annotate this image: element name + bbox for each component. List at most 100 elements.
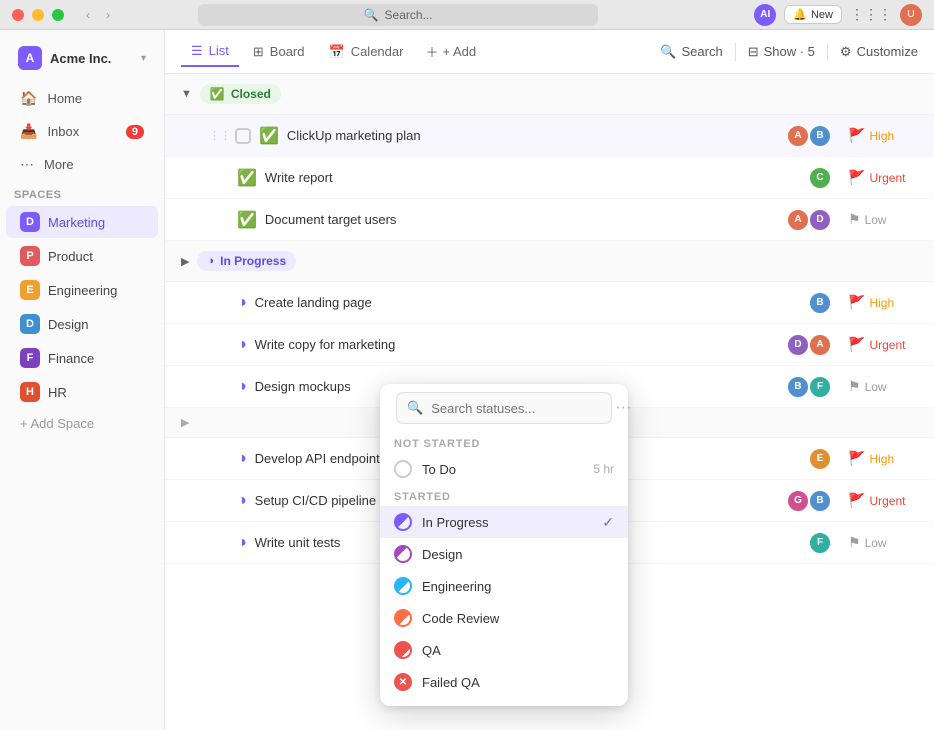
avatar: A	[786, 124, 810, 148]
table-row[interactable]: ◑ Write copy for marketing D A 🚩 Urgent	[165, 324, 934, 366]
task-status-icon-closed: ✅	[237, 210, 257, 230]
space-icon-design: D	[20, 314, 40, 334]
task-status-icon-inprogress: ◑	[237, 492, 247, 510]
search-button[interactable]: 🔍 Search	[660, 44, 722, 60]
task-name: ClickUp marketing plan	[287, 128, 790, 143]
address-text: Search...	[385, 8, 433, 22]
task-name: Document target users	[265, 212, 790, 227]
window-chrome: ‹ › 🔍 Search... AI 🔔 New ⋮⋮⋮ U	[0, 0, 934, 30]
workspace-item[interactable]: A Acme Inc. ▾	[6, 38, 158, 78]
grid-icon[interactable]: ⋮⋮⋮	[850, 6, 892, 23]
add-space-label: + Add Space	[20, 416, 94, 431]
maximize-button[interactable]	[52, 9, 64, 21]
dropdown-item-label: QA	[422, 643, 441, 658]
tab-board[interactable]: ⊞ Board	[243, 38, 315, 66]
add-space-button[interactable]: + Add Space	[6, 410, 158, 437]
dropdown-item-failedqa[interactable]: ✕ Failed QA	[380, 666, 628, 698]
section-header-inprogress[interactable]: ▶ ◑ In Progress	[165, 241, 934, 282]
space-item-product[interactable]: P Product	[6, 240, 158, 272]
customize-button[interactable]: ⚙ Customize	[840, 44, 918, 60]
task-status-icon-inprogress: ◑	[237, 450, 247, 468]
minimize-button[interactable]	[32, 9, 44, 21]
task-status-icon-closed: ✅	[237, 168, 257, 188]
add-view-button[interactable]: ＋ + Add	[417, 38, 484, 65]
back-arrow[interactable]: ‹	[80, 7, 96, 23]
flag-icon: 🚩	[848, 294, 865, 311]
dropdown-item-design[interactable]: Design	[380, 538, 628, 570]
workspace-icon: A	[18, 46, 42, 70]
dropdown-item-qa[interactable]: QA	[380, 634, 628, 666]
sidebar-item-home[interactable]: 🏠 Home	[6, 83, 158, 114]
user-avatar[interactable]: U	[900, 4, 922, 26]
priority-flag: ⚑ Low	[848, 211, 918, 228]
dropdown-item-engineering[interactable]: Engineering	[380, 570, 628, 602]
task-status-icon-inprogress: ◑	[237, 336, 247, 354]
dropdown-section-label: NOT STARTED	[380, 432, 628, 453]
flag-icon: 🚩	[848, 127, 865, 144]
priority-flag: 🚩 High	[848, 294, 918, 311]
dropdown-item-label: Design	[422, 547, 462, 562]
task-name: Create landing page	[255, 295, 812, 310]
table-row[interactable]: ✅ Document target users A D ⚑ Low	[165, 199, 934, 241]
ai-badge[interactable]: AI	[754, 4, 776, 26]
tab-calendar[interactable]: 📅 Calendar	[319, 38, 414, 66]
nav-arrows: ‹ ›	[80, 7, 116, 23]
table-row[interactable]: ⋮⋮ ✅ ClickUp marketing plan A B 🚩 High	[165, 115, 934, 157]
section-header-closed[interactable]: ▼ ✅ Closed	[165, 74, 934, 115]
top-bar: ☰ List ⊞ Board 📅 Calendar ＋ + Add 🔍 Sear…	[165, 30, 934, 74]
list-content: ▼ ✅ Closed ⋮⋮ ✅ ClickUp marketing plan A…	[165, 74, 934, 730]
sidebar-item-inbox[interactable]: 📥 Inbox 9	[6, 116, 158, 147]
task-name: Write report	[265, 170, 812, 185]
show-button[interactable]: ⊟ Show · 5	[748, 44, 815, 60]
list-icon: ☰	[191, 43, 203, 59]
task-avatars: B	[812, 291, 832, 315]
priority-flag: 🚩 High	[848, 450, 918, 467]
task-status-icon-inprogress: ◑	[237, 534, 247, 552]
task-checkbox[interactable]	[235, 128, 251, 144]
top-bar-right: 🔍 Search ⊟ Show · 5 ⚙ Customize	[660, 43, 918, 61]
check-icon: ✅	[210, 87, 225, 101]
avatar: A	[786, 208, 810, 232]
dropdown-item-inprogress[interactable]: In Progress ✓	[380, 506, 628, 538]
dropdown-search-area: 🔍 ···	[396, 392, 612, 424]
board-icon: ⊞	[253, 44, 264, 60]
dropdown-item-todo[interactable]: To Do 5 hr	[380, 453, 628, 485]
task-avatars: E	[812, 447, 832, 471]
search-icon: 🔍	[364, 8, 379, 22]
space-item-finance[interactable]: F Finance	[6, 342, 158, 374]
tab-list[interactable]: ☰ List	[181, 37, 239, 67]
new-button[interactable]: 🔔 New	[784, 5, 842, 24]
space-item-engineering[interactable]: E Engineering	[6, 274, 158, 306]
task-name: Write copy for marketing	[255, 337, 790, 352]
sidebar-item-more[interactable]: ⋯ More	[6, 149, 158, 180]
forward-arrow[interactable]: ›	[100, 7, 116, 23]
flag-icon: ⚑	[848, 211, 861, 228]
time-estimate: 5 hr	[593, 462, 614, 476]
close-button[interactable]	[12, 9, 24, 21]
engineering-status-icon	[394, 577, 412, 595]
task-avatars: D A	[790, 333, 832, 357]
avatar: D	[786, 333, 810, 357]
task-status-icon-inprogress: ◑	[237, 294, 247, 312]
drag-dots-icon: ⋮⋮	[209, 129, 231, 142]
dropdown-item-label: Engineering	[422, 579, 491, 594]
separator-2	[827, 43, 828, 61]
more-options-icon[interactable]: ···	[615, 399, 631, 417]
avatar: B	[808, 489, 832, 513]
space-item-design[interactable]: D Design	[6, 308, 158, 340]
priority-flag: 🚩 Urgent	[848, 169, 918, 186]
space-icon-product: P	[20, 246, 40, 266]
filter-icon: ⊟	[748, 44, 759, 60]
space-item-hr[interactable]: H HR	[6, 376, 158, 408]
status-search-input[interactable]	[431, 401, 607, 416]
space-icon-finance: F	[20, 348, 40, 368]
address-bar[interactable]: 🔍 Search...	[198, 4, 598, 26]
table-row[interactable]: ◑ Create landing page B 🚩 High	[165, 282, 934, 324]
table-row[interactable]: ✅ Write report C 🚩 Urgent	[165, 157, 934, 199]
flag-icon: 🚩	[848, 169, 865, 186]
dropdown-section-label: STARTED	[380, 485, 628, 506]
space-label: Finance	[48, 351, 94, 366]
space-item-marketing[interactable]: D Marketing	[6, 206, 158, 238]
dropdown-item-codereview[interactable]: Code Review	[380, 602, 628, 634]
flag-icon: 🚩	[848, 492, 865, 509]
